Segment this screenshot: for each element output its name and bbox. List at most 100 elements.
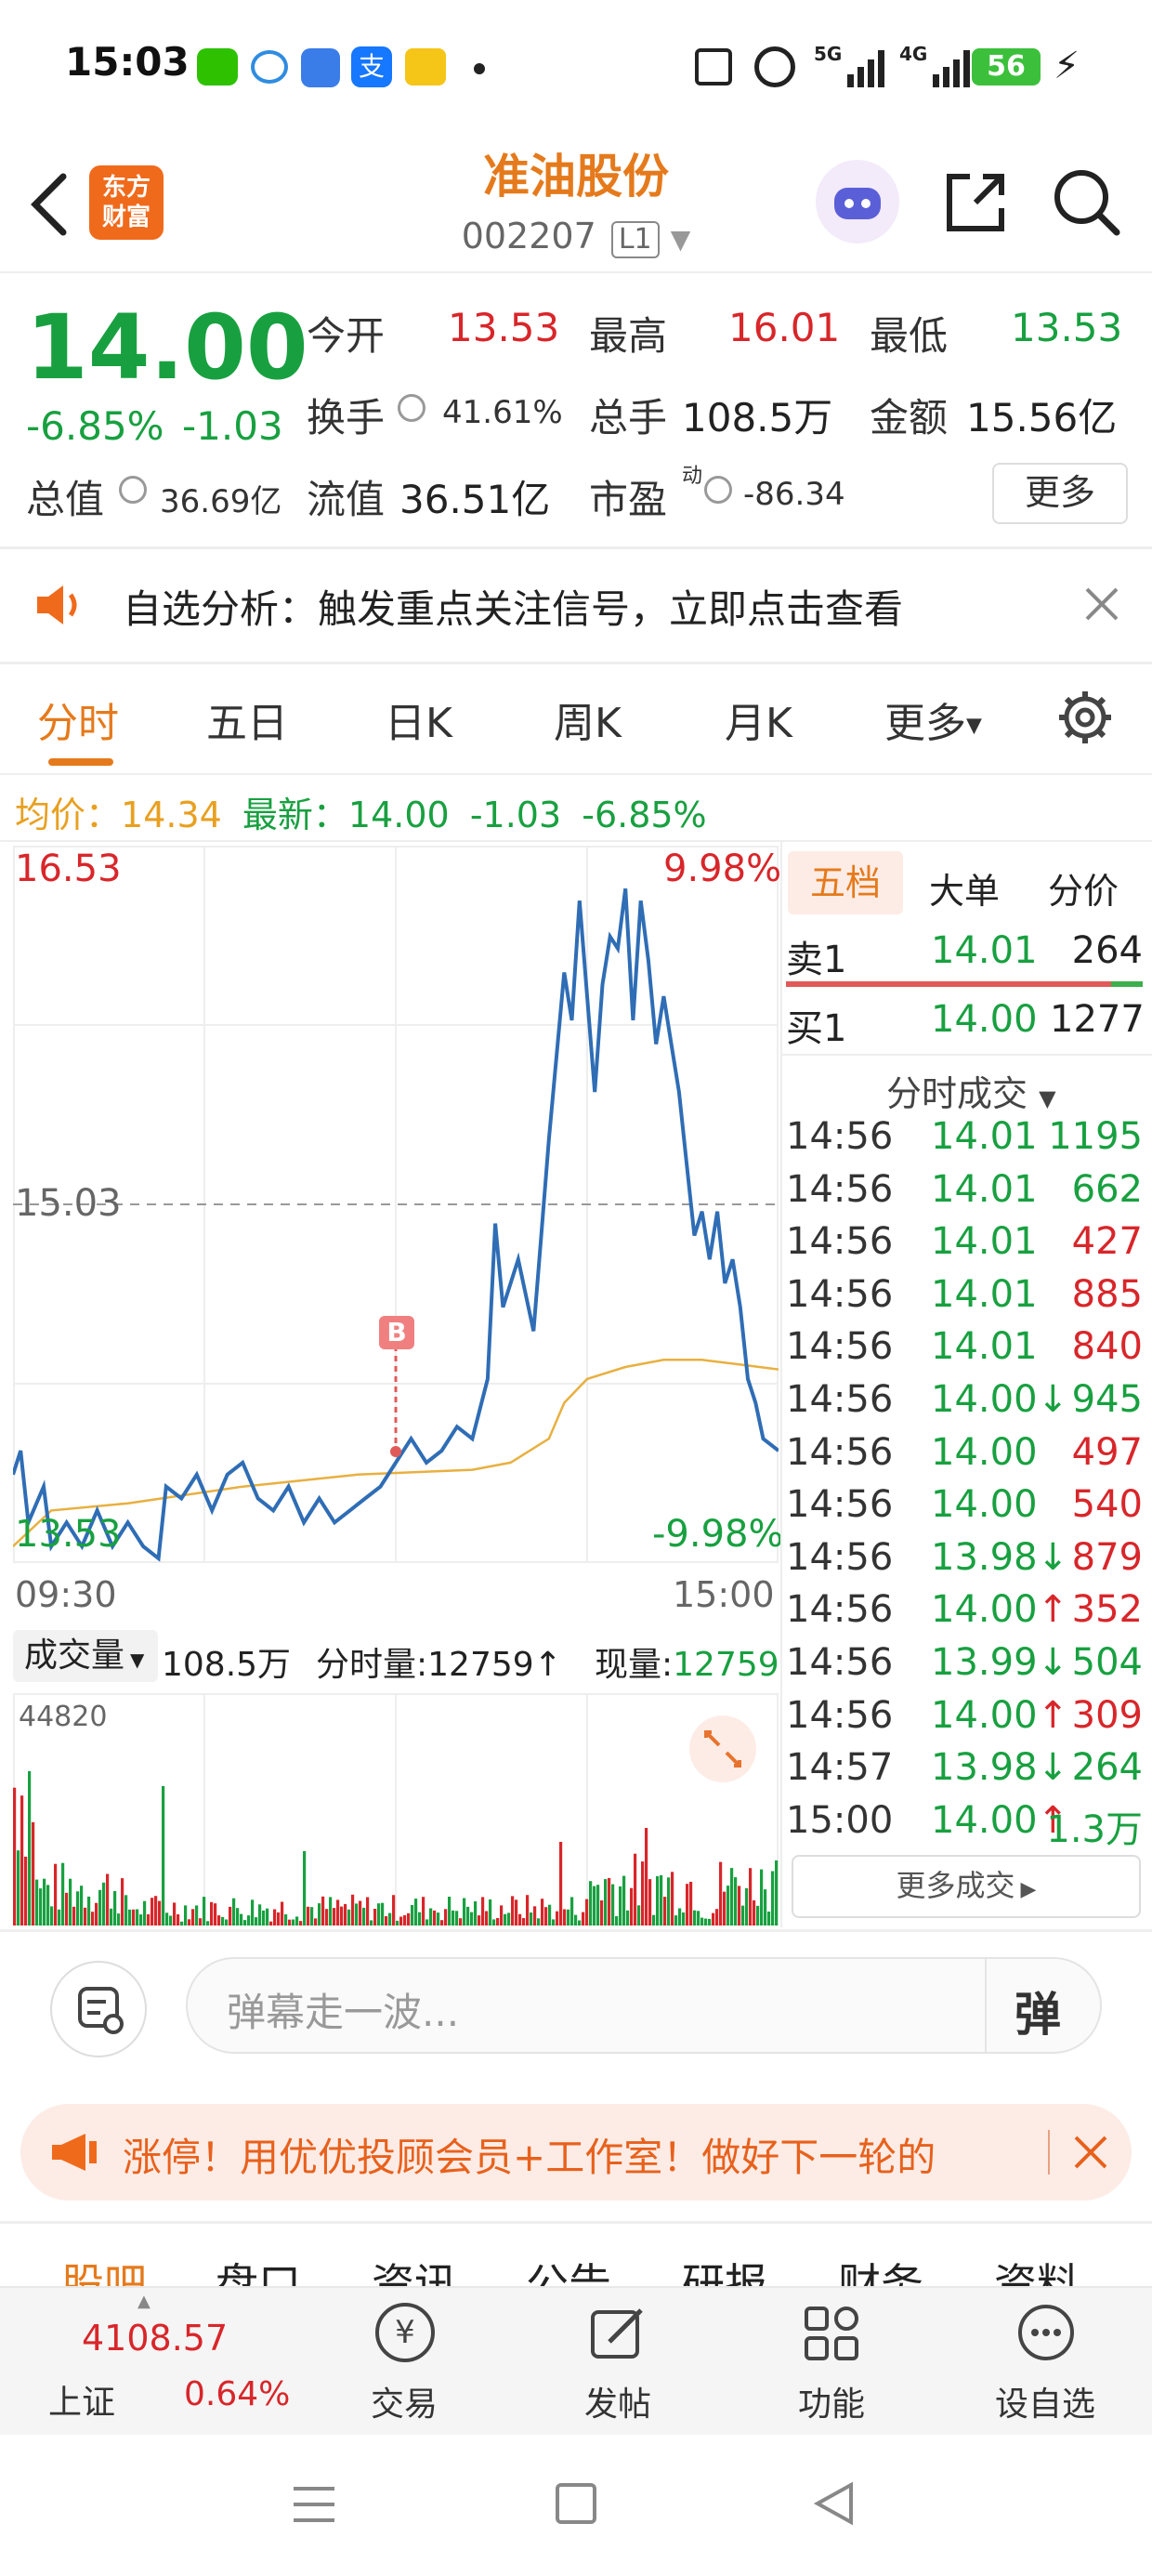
info-icon[interactable] xyxy=(704,476,732,504)
volume-bar xyxy=(91,1912,95,1925)
volume-bar xyxy=(232,1898,236,1925)
trade-price: 14.00↓ xyxy=(931,1378,1069,1421)
volume-bar xyxy=(229,1906,232,1925)
status-time: 15:03 xyxy=(65,39,190,85)
trade-time: 14:56 xyxy=(786,1693,894,1737)
tab-intraday[interactable]: 分时 xyxy=(37,690,119,749)
volume-bar xyxy=(481,1897,485,1925)
add-watchlist-label: 设自选 xyxy=(994,2385,1095,2424)
tab-price-dist[interactable]: 分价 xyxy=(1048,862,1119,913)
tab-weekly-k[interactable]: 周K xyxy=(554,690,622,749)
volume-bar xyxy=(399,1916,403,1925)
volume-bar xyxy=(76,1891,80,1925)
volume-bar xyxy=(530,1912,533,1925)
trade-row: 15:00 14.00↑ 1.3万 xyxy=(786,1799,1148,1851)
volume-bar xyxy=(106,1873,110,1925)
volume-bar xyxy=(630,1887,634,1925)
tab-big-orders[interactable]: 大单 xyxy=(929,862,1000,913)
volume-bar xyxy=(775,1860,779,1925)
tab-more[interactable]: 更多▼ xyxy=(884,690,982,749)
more-trades-button[interactable]: 更多成交 ▶ xyxy=(792,1855,1141,1918)
share-icon[interactable] xyxy=(938,165,1013,240)
trade-price: 14.00↑ xyxy=(931,1588,1069,1632)
volume-bar xyxy=(600,1900,604,1925)
home-icon[interactable] xyxy=(556,2483,596,2524)
promo-banner[interactable]: 涨停！用优优投顾会员+工作室！做好下一轮的 xyxy=(20,2104,1132,2201)
volume-bar xyxy=(87,1896,91,1925)
add-watchlist-button[interactable]: 设自选 xyxy=(985,2288,1106,2437)
post-button[interactable]: 发帖 xyxy=(557,2288,678,2437)
chart-top-pct: 9.98% xyxy=(663,848,782,890)
more-quote-button[interactable]: 更多 xyxy=(992,463,1128,524)
sub-tab-forum[interactable]: 股吧 xyxy=(61,2251,147,2286)
trade-row: 14:56 14.01 1195 xyxy=(786,1115,1148,1163)
danmaku-settings-icon[interactable] xyxy=(50,1961,147,2057)
alipay-icon: 支 xyxy=(351,46,392,87)
expand-icon[interactable] xyxy=(689,1715,756,1782)
trade-price: 14.01 xyxy=(931,1325,1038,1369)
volume-bar xyxy=(110,1908,113,1925)
sub-tab-research[interactable]: 研报 xyxy=(682,2251,767,2286)
danmaku-send-button[interactable]: 弹 xyxy=(1015,1978,1061,2044)
volume-bar xyxy=(388,1912,392,1925)
volume-bar xyxy=(674,1915,678,1925)
volume-bar xyxy=(188,1919,191,1925)
pe-value: -86.34 xyxy=(743,476,845,513)
volume-bar xyxy=(466,1906,470,1925)
volume-bar xyxy=(682,1912,686,1925)
current-volume: 现量:12759 xyxy=(595,1637,779,1686)
sub-tab-handicap[interactable]: 盘口 xyxy=(216,2251,301,2286)
down-arrow-icon: ↓ xyxy=(1037,1746,1069,1790)
danmaku-input[interactable]: 弹幕走一波... 弹 xyxy=(186,1957,1102,2054)
tab-daily-k[interactable]: 日K xyxy=(385,690,452,749)
volume-bar xyxy=(422,1897,425,1925)
sub-tab-announcements[interactable]: 公告 xyxy=(526,2251,611,2286)
menu-icon[interactable] xyxy=(292,2483,336,2526)
wechat-icon xyxy=(197,48,238,85)
volume-bar xyxy=(619,1886,622,1925)
mktcap-value: 36.69亿 xyxy=(160,483,282,520)
trades-title[interactable]: 分时成交 ▼ xyxy=(886,1065,1056,1116)
info-icon[interactable] xyxy=(119,476,147,504)
tab-five-levels[interactable]: 五档 xyxy=(788,851,903,914)
search-icon[interactable] xyxy=(1050,165,1124,240)
intraday-chart[interactable] xyxy=(13,846,779,1563)
volume-bar xyxy=(329,1897,333,1925)
chart-top-price: 16.53 xyxy=(15,848,122,890)
chat-bubble-icon xyxy=(251,50,288,84)
volume-bar xyxy=(448,1897,452,1925)
sub-tab-profile[interactable]: 资料 xyxy=(994,2251,1080,2286)
close-icon[interactable] xyxy=(1083,585,1120,623)
robot-avatar-icon[interactable] xyxy=(816,160,899,243)
promo-close-icon[interactable] xyxy=(1070,2132,1111,2173)
sub-tab-finance[interactable]: 财务 xyxy=(838,2251,923,2286)
tab-monthly-k[interactable]: 月K xyxy=(725,690,792,749)
functions-button[interactable]: 功能 xyxy=(771,2288,892,2437)
sub-tab-news[interactable]: 资讯 xyxy=(372,2251,457,2286)
volume-bar xyxy=(474,1901,478,1925)
back-nav-icon[interactable] xyxy=(812,2481,857,2526)
volume-selector-label: 成交量 xyxy=(24,1636,125,1675)
volume-bar xyxy=(151,1898,154,1925)
trade-button[interactable]: ¥ 交易 xyxy=(344,2288,465,2437)
volume-bar xyxy=(65,1892,69,1925)
quote-divider xyxy=(0,546,1152,549)
trade-volume: 352 xyxy=(1071,1588,1143,1632)
index-widget[interactable]: ▲ 4108.57 上证 0.64% xyxy=(0,2288,307,2437)
buy-marker-label: B xyxy=(386,1317,407,1347)
volume-bar xyxy=(32,1821,35,1925)
trade-volume: 504 xyxy=(1071,1641,1143,1684)
settings-gear-icon[interactable] xyxy=(1057,690,1113,745)
volume-bar xyxy=(95,1902,98,1925)
info-icon[interactable] xyxy=(398,394,425,422)
volume-bar xyxy=(247,1915,251,1925)
volume-bar xyxy=(310,1907,314,1925)
index-pct: 0.64% xyxy=(184,2375,291,2413)
volume-bar xyxy=(511,1896,515,1925)
volume-bar xyxy=(760,1869,764,1925)
volume-selector[interactable]: 成交量 ▼ xyxy=(13,1630,158,1682)
trade-price: 14.01 xyxy=(931,1115,1038,1158)
notice-text[interactable]: 自选分析：触发重点关注信号，立即点击查看 xyxy=(123,578,903,635)
volume-bar xyxy=(251,1899,255,1925)
tab-five-day[interactable]: 五日 xyxy=(206,690,288,749)
